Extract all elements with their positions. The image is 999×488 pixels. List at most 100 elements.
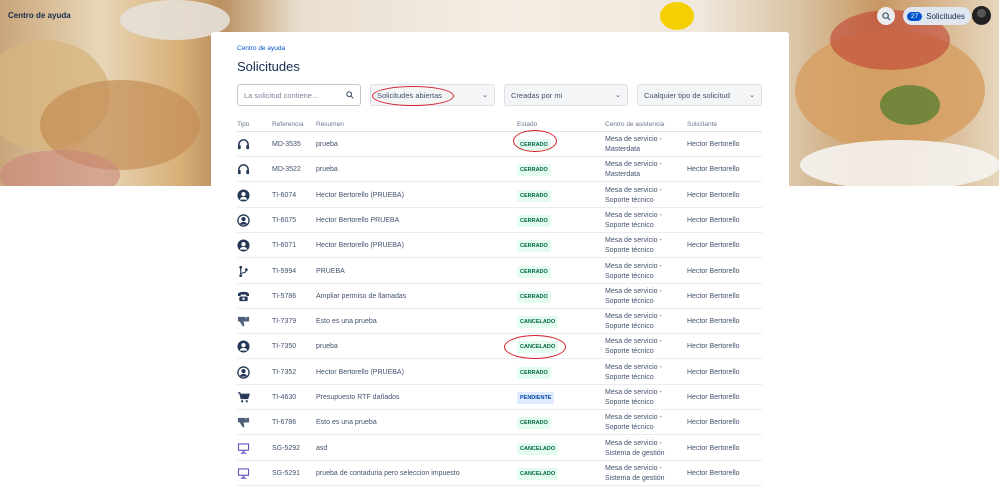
requester-name: Hector Bertorello [687, 469, 740, 477]
status-cell: PENDIENTE [517, 392, 555, 404]
column-header-solicitante[interactable]: Solicitante [687, 121, 717, 128]
help-center-brand[interactable]: Centro de ayuda [8, 11, 71, 20]
table-row[interactable]: TI-5786 Ampliar permiso de llamadas CERRAD… [237, 284, 762, 309]
user-circle-icon [237, 214, 250, 227]
thumbs-down-icon [237, 315, 250, 328]
status-badge: CERRADO [517, 189, 551, 202]
table-row[interactable]: TI-4630 Presupuesto RTF dañados PENDIENTE M… [237, 385, 762, 410]
creator-filter-select[interactable]: Creadas por mi ⌄ [504, 84, 628, 106]
request-reference[interactable]: SG-5291 [272, 469, 300, 479]
page-title: Solicitudes [237, 59, 300, 74]
status-badge: CANCELADO [517, 467, 559, 480]
request-summary[interactable]: prueba [316, 165, 338, 175]
table-row[interactable]: MD-3522 prueba CERRADO Mesa de servicio - Ma… [237, 157, 762, 183]
request-reference[interactable]: TI-6071 [272, 241, 296, 251]
service-center-line2: Soporte técnico [605, 297, 654, 305]
service-center-line2: Soporte técnico [605, 221, 654, 229]
breadcrumb[interactable]: Centro de ayuda [237, 45, 285, 52]
column-header-resumen[interactable]: Resumen [316, 121, 344, 128]
table-row[interactable]: SG-5292 asd CANCELADO Mesa de servicio - Sis… [237, 436, 762, 461]
request-reference[interactable]: TI-4630 [272, 393, 296, 403]
request-summary[interactable]: Hector Bertorello (PRUEBA) [316, 191, 404, 201]
column-header-centro[interactable]: Centro de asistencia [605, 121, 664, 128]
status-badge: CERRADO [517, 366, 551, 379]
column-header-estado[interactable]: Estado [517, 121, 537, 128]
requester-name: Hector Bertorello [687, 166, 740, 174]
request-summary[interactable]: Esto es una prueba [316, 418, 377, 428]
request-summary[interactable]: prueba [316, 342, 338, 352]
request-reference[interactable]: TI-7379 [272, 317, 296, 327]
status-cell: CERRADO [517, 189, 551, 202]
request-reference[interactable]: TI-5786 [272, 292, 296, 302]
request-summary[interactable]: prueba de contaduria pero seleccion impu… [316, 469, 460, 479]
chevron-down-icon: ⌄ [482, 92, 488, 99]
request-reference[interactable]: SG-5292 [272, 444, 300, 454]
requester-name: Hector Bertorello [687, 318, 740, 326]
status-badge: CANCELADO [517, 442, 559, 455]
request-summary[interactable]: Hector Bertorello (PRUEBA) [316, 241, 404, 251]
request-reference[interactable]: TI-5994 [272, 267, 296, 277]
request-summary[interactable]: Hector Bertorello PRUEBA [316, 216, 399, 226]
request-summary[interactable]: PRUEBA [316, 267, 345, 277]
requests-button[interactable]: 27 Solicitudes [903, 7, 971, 25]
request-reference[interactable]: MD-3535 [272, 140, 301, 150]
requester-name: Hector Bertorello [687, 141, 740, 148]
status-badge: CERRADO [517, 265, 551, 278]
type-filter-value: Cualquier tipo de solicitud [644, 90, 730, 100]
request-reference[interactable]: TI-6075 [272, 216, 296, 226]
status-cell: CERRADO [517, 240, 551, 253]
request-reference[interactable]: TI-7352 [272, 368, 296, 378]
requester-name: Hector Bertorello [687, 216, 740, 224]
table-row[interactable]: TI-6786 Esto es una prueba CERRADO Mesa de … [237, 410, 762, 436]
table-row[interactable]: TI-6074 Hector Bertorello (PRUEBA) CERRADO… [237, 183, 762, 208]
request-summary[interactable]: Presupuesto RTF dañados [316, 393, 400, 403]
requester-name: Hector Bertorello [687, 394, 740, 401]
table-row[interactable]: TI-7379 Esto es una prueba CANCELADO Mesa d… [237, 309, 762, 335]
type-filter-select[interactable]: Cualquier tipo de solicitud ⌄ [637, 84, 762, 106]
column-header-tipo: Tipo [237, 121, 250, 128]
search-input[interactable]: La solicitud contiene... [237, 84, 361, 106]
service-center-line2: Soporte técnico [605, 196, 654, 204]
table-row[interactable]: TI-7350 prueba CANCELADO Mesa de servicio -… [237, 334, 762, 360]
request-summary[interactable]: Ampliar permiso de llamadas [316, 292, 406, 302]
request-reference[interactable]: TI-6786 [272, 418, 296, 428]
status-badge: CERRADO [517, 214, 551, 227]
request-summary[interactable]: Esto es una prueba [316, 317, 377, 327]
table-row[interactable]: TI-5994 PRUEBA CERRADO Mesa de servicio - So… [237, 259, 762, 284]
request-summary[interactable]: prueba [316, 140, 338, 150]
service-center-line2: Soporte técnico [605, 348, 654, 356]
table-row[interactable]: TI-6071 Hector Bertorello (PRUEBA) CERRADO… [237, 233, 762, 259]
requester-name: Hector Bertorello [687, 343, 740, 351]
table-row[interactable]: TI-7352 Hector Bertorello (PRUEBA) CERRADO… [237, 360, 762, 385]
status-badge: CERRADO [517, 164, 551, 177]
status-cell: CANCELADO [517, 316, 559, 329]
requester-name: Hector Bertorello [687, 191, 740, 199]
request-summary[interactable]: Hector Bertorello (PRUEBA) [316, 368, 404, 378]
service-center-line2: Soporte técnico [605, 323, 654, 331]
request-reference[interactable]: TI-7350 [272, 342, 296, 352]
cart-icon [237, 391, 250, 404]
service-center-line2: Soporte técnico [605, 247, 654, 255]
request-summary[interactable]: asd [316, 444, 327, 454]
user-avatar[interactable] [972, 6, 991, 25]
service-center-line1: Mesa de servicio - [605, 262, 662, 270]
table-row[interactable]: SG-5291 prueba de contaduria pero selecci… [237, 461, 762, 486]
search-icon [346, 91, 354, 99]
service-center-line2: Soporte técnico [605, 399, 654, 406]
request-reference[interactable]: MD-3522 [272, 165, 301, 175]
table-row[interactable]: TI-6075 Hector Bertorello PRUEBA CERRADO Me… [237, 208, 762, 233]
status-cell: CANCELADO [517, 442, 559, 455]
table-row[interactable]: MD-3535 prueba CERRADO Mesa de servicio - Ma… [237, 132, 762, 157]
column-header-referencia[interactable]: Referencia [272, 121, 303, 128]
phone-icon [237, 290, 250, 303]
search-button[interactable] [877, 7, 895, 25]
status-cell: CERRADO [517, 290, 551, 303]
request-reference[interactable]: TI-6074 [272, 191, 296, 201]
status-badge: CERRADO [517, 290, 551, 303]
chevron-down-icon: ⌄ [615, 92, 621, 99]
requester-name: Hector Bertorello [687, 444, 740, 452]
status-cell: CERRADO [517, 265, 551, 278]
service-center-line1: Mesa de servicio - [605, 464, 662, 472]
requester-name: Hector Bertorello [687, 419, 740, 427]
status-cell: CERRADO [517, 214, 551, 227]
